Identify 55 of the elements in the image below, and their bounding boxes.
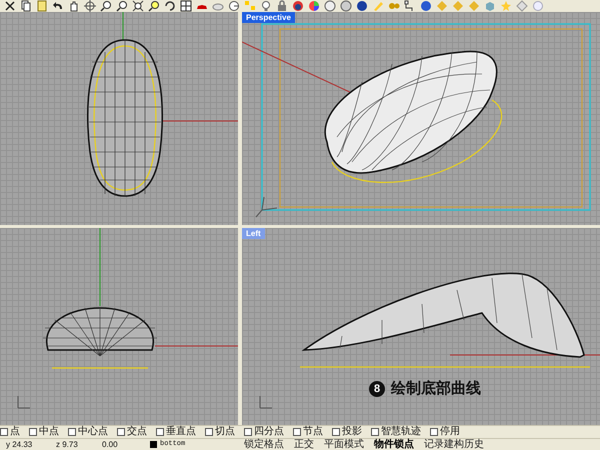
coordinate-readout: 0.00 (102, 439, 118, 450)
axis-gizmo-icon (256, 196, 278, 218)
circle-icon[interactable] (228, 0, 240, 12)
status-toggle[interactable]: 平面模式 (324, 440, 364, 450)
checkbox[interactable] (29, 428, 37, 436)
axis-line (122, 12, 124, 42)
checkbox-label: 停用 (440, 427, 460, 437)
viewport[interactable]: Perspective (242, 12, 600, 225)
status-toggle[interactable]: 物件锁点 (374, 440, 414, 450)
caption-text: 绘制底部曲线 (391, 379, 481, 399)
scissors-icon[interactable] (4, 0, 16, 12)
layer-color-swatch (150, 441, 157, 448)
dots-icon[interactable] (244, 0, 256, 12)
step-number: 8 (369, 381, 385, 398)
status-toggle[interactable]: 记录建构历史 (424, 440, 484, 450)
zoom-icon[interactable] (116, 0, 128, 12)
checkbox[interactable] (205, 428, 213, 436)
checkbox[interactable] (156, 428, 164, 436)
viewport[interactable]: Left 8 绘制底部曲线 (242, 228, 600, 425)
checkbox-label: 智慧轨迹 (381, 427, 421, 437)
color-wheel-icon[interactable] (308, 0, 320, 12)
checkbox[interactable] (371, 428, 379, 436)
checkbox[interactable] (68, 428, 76, 436)
checkbox-label: 中心点 (78, 427, 108, 437)
checkbox-label: 点 (10, 427, 20, 437)
star-icon[interactable] (500, 0, 512, 12)
checkbox-label: 节点 (303, 427, 323, 437)
checkbox-label: 垂直点 (166, 427, 196, 437)
status-toggle[interactable]: 锁定格点 (244, 440, 284, 450)
coordinate-readout: z 9.73 (56, 439, 78, 450)
checkbox-label: 切点 (215, 427, 235, 437)
clipboard-icon[interactable] (36, 0, 48, 12)
undo-icon[interactable] (52, 0, 64, 12)
zoom-icon[interactable] (100, 0, 112, 12)
checkbox[interactable] (430, 428, 438, 436)
help-icon[interactable] (420, 0, 432, 12)
coordinate-readout: y 24.33 (6, 439, 32, 450)
checkbox[interactable] (0, 428, 8, 436)
status-toggle[interactable]: 正交 (294, 440, 314, 450)
checkbox-label: 交点 (127, 427, 147, 437)
checkbox-label: 投影 (342, 427, 362, 437)
checkbox-label: 四分点 (254, 427, 284, 437)
checkbox[interactable] (244, 428, 252, 436)
checkbox[interactable] (117, 428, 125, 436)
zoom-icon[interactable] (148, 0, 160, 12)
checkbox-label: 中点 (39, 427, 59, 437)
checkbox[interactable] (293, 428, 301, 436)
grid-icon[interactable] (180, 0, 192, 12)
lightbulb-icon[interactable] (260, 0, 272, 12)
axis-gizmo-icon (260, 396, 272, 408)
checkbox[interactable] (332, 428, 340, 436)
copy-icon[interactable] (20, 0, 32, 12)
viewport-tab[interactable]: Perspective (242, 12, 295, 23)
axis-gizmo-icon (18, 396, 30, 408)
lock-icon[interactable] (276, 0, 288, 12)
